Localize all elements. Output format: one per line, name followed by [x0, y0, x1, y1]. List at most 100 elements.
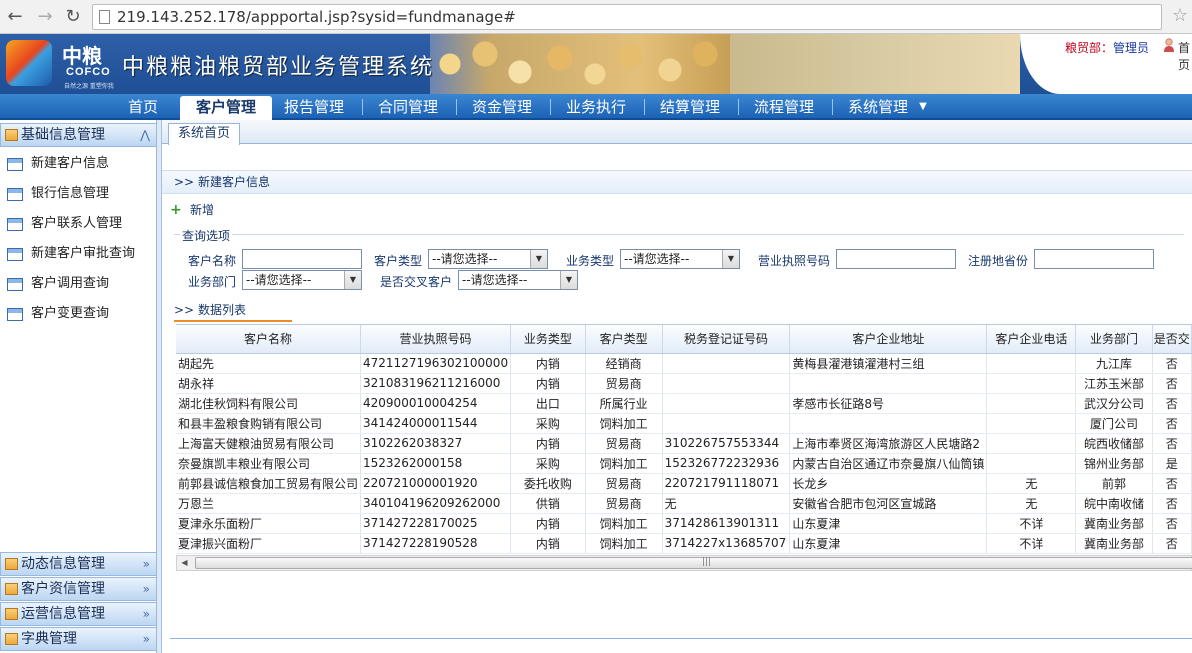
table-cell: 长龙乡	[789, 473, 988, 494]
select-value: --请您选择--	[462, 273, 528, 287]
expand-chevron-icon[interactable]: »	[143, 578, 150, 600]
sidebar-item-change-query[interactable]: 客户变更查询	[0, 299, 156, 329]
table-cell: 江苏玉米部	[1075, 373, 1153, 394]
license-input[interactable]	[836, 249, 956, 269]
reload-icon[interactable]: ↻	[62, 6, 84, 28]
window-icon	[7, 218, 23, 231]
back-arrow-icon[interactable]: ←	[4, 6, 26, 28]
query-panel: 查询选项 客户名称 客户类型 --请您选择-- ▼ 业务类型 --请您选择-- …	[174, 227, 1184, 290]
table-cell: 220721791118071	[662, 473, 791, 494]
table-row[interactable]: 湖北佳秋饲料有限公司 420900010004254 出口 所属行业 孝感市长征路8号 武…	[176, 393, 1192, 414]
table-row[interactable]: 前郭县诚信粮食加工贸易有限公司 2207210000019​20 委托收购 贸易商 22…	[176, 473, 1192, 494]
department-select[interactable]: --请您选择-- ▼	[242, 270, 362, 290]
sidebar-item-bank-info[interactable]: 银行信息管理	[0, 179, 156, 209]
table-cell: 饲料加工	[585, 513, 663, 534]
add-button[interactable]: + 新增	[170, 200, 214, 220]
table-cell	[662, 373, 791, 394]
dropdown-arrow-icon: ▼	[560, 271, 577, 289]
tab-system-home[interactable]: 系统首页	[168, 123, 240, 145]
nav-tab-fund[interactable]: 资金管理	[464, 96, 540, 120]
table-row[interactable]: 和县丰盈粮食购销有限公司 341424000011544 采购 饲料加工 厦门公司否	[176, 413, 1192, 434]
table-cell: 湖北佳秋饲料有限公司	[176, 393, 362, 414]
column-header[interactable]: 客户企业电话	[986, 325, 1077, 354]
province-input[interactable]	[1034, 249, 1154, 269]
table-cell: 内销	[510, 513, 586, 534]
sidebar-item-call-query[interactable]: 客户调用查询	[0, 269, 156, 299]
bookmark-star-icon[interactable]: ☆	[1172, 5, 1188, 26]
table-cell: 内蒙古自治区通辽市奈曼旗八仙筒镇	[789, 453, 988, 474]
expand-chevron-icon[interactable]: »	[143, 603, 150, 625]
table-row[interactable]: 万恩兰 340104196209262000 供销 贸易商无安徽省合肥市包河区宣城路无…	[176, 493, 1192, 514]
expand-chevron-icon[interactable]: »	[143, 628, 150, 650]
table-cell: 3102262038327	[360, 433, 512, 454]
column-header[interactable]: 客户名称	[176, 325, 362, 354]
table-cell: 否	[1152, 473, 1192, 494]
sidebar-item-new-customer[interactable]: 新建客户信息	[0, 149, 156, 179]
table-cell: 饲料加工	[585, 453, 663, 474]
sidebar-group-credit[interactable]: 客户资信管理 »	[0, 577, 157, 601]
table-cell: 皖中南收储	[1075, 493, 1153, 514]
customer-type-select[interactable]: --请您选择-- ▼	[428, 249, 548, 269]
select-value: --请您选择--	[432, 252, 498, 266]
collapse-chevron-icon[interactable]: ⋀	[140, 124, 150, 146]
sidebar-item-contacts[interactable]: 客户联系人管理	[0, 209, 156, 239]
nav-tab-home[interactable]: 首页	[112, 96, 174, 120]
table-row[interactable]: 奈曼旗凯丰粮业有限公司 1523262000158 采购 饲料加工 1523267722…	[176, 453, 1192, 474]
table-cell: 内销	[510, 353, 586, 374]
scroll-left-icon[interactable]: ◀	[177, 556, 192, 570]
license-label: 营业执照号码	[758, 254, 831, 268]
user-name[interactable]: 管理员	[1113, 41, 1149, 55]
table-cell: 冀南业务部	[1075, 513, 1153, 534]
table-cell: 无	[986, 473, 1077, 494]
nav-tab-settlement[interactable]: 结算管理	[652, 96, 728, 120]
sidebar-item-label: 新建客户信息	[31, 156, 110, 171]
table-row[interactable]: 夏津永乐面粉厂 371427228170025 内销 饲料加工 371428613901…	[176, 513, 1192, 534]
table-cell: 冀南业务部	[1075, 533, 1153, 554]
table-row[interactable]: 夏津振兴面粉厂 371427228190528 内销 饲料加工 3714227x1368…	[176, 533, 1192, 554]
home-link[interactable]: 首页	[1178, 39, 1192, 73]
customer-name-input[interactable]	[242, 249, 362, 269]
expand-chevron-icon[interactable]: »	[143, 553, 150, 575]
sidebar-group-basic-info[interactable]: 基础信息管理 ⋀	[0, 123, 157, 147]
list-arrow-icon: >>	[174, 303, 198, 317]
table-cell	[986, 453, 1077, 474]
column-header[interactable]: 税务登记证号码	[662, 325, 791, 354]
customer-name-label: 客户名称	[188, 254, 237, 268]
column-header[interactable]: 营业执照号码	[360, 325, 512, 354]
grain-banner-image	[430, 34, 730, 94]
table-row[interactable]: 胡永祥 321083196211216000 内销 贸易商 江苏玉米部否	[176, 373, 1192, 394]
column-header[interactable]: 是否交	[1152, 325, 1192, 354]
dropdown-caret-icon[interactable]: ▼	[914, 96, 932, 120]
address-bar[interactable]: 219.143.252.178/appportal.jsp?sysid=fund…	[92, 4, 1162, 30]
table-cell	[789, 413, 988, 434]
customer-table: 客户名称 营业执照号码 业务类型 客户类型 税务登记证号码 客户企业地址 客户企…	[176, 324, 1192, 556]
nav-tab-workflow[interactable]: 流程管理	[746, 96, 822, 120]
table-row[interactable]: 上海富天健粮油贸易有限公司 3102262038327 内销 贸易商 310226757…	[176, 433, 1192, 454]
column-header[interactable]: 客户类型	[585, 325, 663, 354]
column-header[interactable]: 业务类型	[510, 325, 586, 354]
nav-tab-customer[interactable]: 客户管理	[180, 96, 272, 120]
nav-tab-report[interactable]: 报告管理	[276, 96, 352, 120]
table-cell: 否	[1152, 433, 1192, 454]
column-header[interactable]: 客户企业地址	[789, 325, 988, 354]
sidebar-group-operations[interactable]: 运营信息管理 »	[0, 602, 157, 626]
cross-customer-select[interactable]: --请您选择-- ▼	[458, 270, 578, 290]
nav-tab-execution[interactable]: 业务执行	[558, 96, 634, 120]
nav-tab-system[interactable]: 系统管理	[840, 96, 916, 120]
sidebar-item-approval-query[interactable]: 新建客户审批查询	[0, 239, 156, 269]
table-cell: 厦门公司	[1075, 413, 1153, 434]
logo-slogan: 自然之源 重塑你我	[64, 83, 114, 90]
column-header[interactable]: 业务部门	[1075, 325, 1153, 354]
table-cell: 371427228190528	[360, 533, 512, 554]
table-cell: 出口	[510, 393, 586, 414]
sidebar-group-dynamic[interactable]: 动态信息管理 »	[0, 552, 157, 576]
business-type-select[interactable]: --请您选择-- ▼	[620, 249, 740, 269]
nav-tab-contract[interactable]: 合同管理	[370, 96, 446, 120]
horizontal-scrollbar[interactable]: ◀ |||	[176, 555, 1192, 571]
table-cell: 不详	[986, 513, 1077, 534]
table-row[interactable]: 胡起先 4721127196302100000 内销 经销商 黄梅县濯港镇濯港村三组 九江…	[176, 353, 1192, 374]
scrollbar-thumb[interactable]	[195, 557, 1192, 569]
sidebar-group-dictionary[interactable]: 字典管理 »	[0, 627, 157, 651]
forward-arrow-icon[interactable]: →	[34, 6, 56, 28]
table-cell: 否	[1152, 353, 1192, 374]
